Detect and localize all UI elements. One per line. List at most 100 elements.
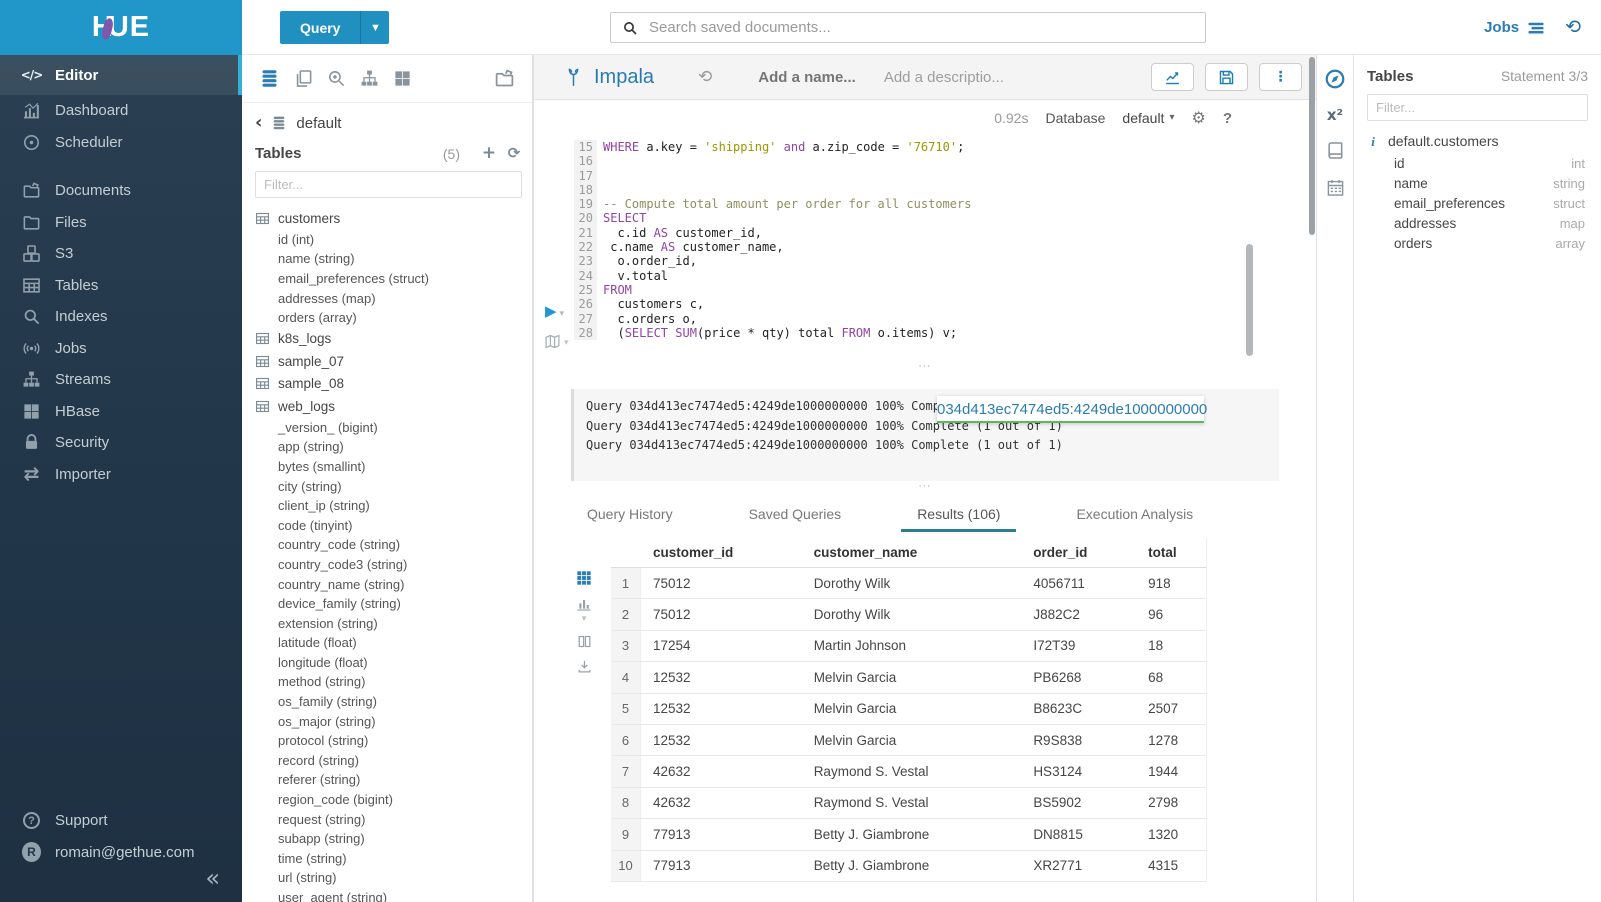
grid-view-icon[interactable] <box>576 570 592 586</box>
results-row[interactable]: 1077913Betty J. GiambroneXR27714315 <box>611 851 1206 882</box>
results-row[interactable]: 977913Betty J. GiambroneDN88151320 <box>611 819 1206 850</box>
sidebar-item-s3[interactable]: S3 <box>0 238 242 270</box>
results-row[interactable]: 317254Martin JohnsonI72T3918 <box>611 631 1206 662</box>
right-column-orders[interactable]: ordersarray <box>1367 234 1588 254</box>
folder-icon[interactable] <box>494 68 515 89</box>
assist-column[interactable]: country_code (string) <box>255 535 522 555</box>
chart-view-icon[interactable] <box>576 596 592 612</box>
sidebar-item-indexes[interactable]: Indexes <box>0 301 242 333</box>
sidebar-item-editor[interactable]: </>Editor <box>0 55 242 95</box>
assist-column[interactable]: request (string) <box>255 809 522 829</box>
assist-column[interactable]: orders (array) <box>255 308 522 328</box>
assist-column[interactable]: id (int) <box>255 230 522 250</box>
resize-handle-top[interactable]: ⋯ <box>534 361 1316 375</box>
add-table-icon[interactable]: + <box>481 146 497 162</box>
settings-gear-icon[interactable]: ⚙ <box>1191 110 1205 126</box>
functions-icon[interactable]: x² <box>1327 108 1343 123</box>
results-header-customer-name[interactable]: customer_name <box>802 545 1022 560</box>
query-caret-button[interactable]: ▼ <box>360 11 389 44</box>
search-plus-icon[interactable] <box>327 69 346 88</box>
assist-column[interactable]: _version_ (bigint) <box>255 417 522 437</box>
collapse-sidebar-icon[interactable]: « <box>205 866 220 890</box>
results-row[interactable]: 175012Dorothy Wilk4056711918 <box>611 568 1206 599</box>
sidebar-item-tables[interactable]: Tables <box>0 270 242 302</box>
assist-table-web-logs[interactable]: web_logs <box>255 395 522 418</box>
right-column-email-preferences[interactable]: email_preferencesstruct <box>1367 193 1588 213</box>
query-history-icon[interactable]: ⟲ <box>698 69 712 86</box>
assist-table-customers[interactable]: customers <box>255 207 522 230</box>
assist-column[interactable]: referer (string) <box>255 770 522 790</box>
sidebar-item-files[interactable]: Files <box>0 207 242 239</box>
sidebar-item-documents[interactable]: Documents <box>0 175 242 207</box>
assist-column[interactable]: email_preferences (struct) <box>255 269 522 289</box>
database-name[interactable]: default <box>296 115 341 132</box>
assist-column[interactable]: country_code3 (string) <box>255 555 522 575</box>
right-column-name[interactable]: namestring <box>1367 173 1588 193</box>
sidebar-item-dashboard[interactable]: Dashboard <box>0 95 242 127</box>
tab-query-history[interactable]: Query History <box>571 497 689 532</box>
right-column-id[interactable]: idint <box>1367 153 1588 173</box>
results-header-customer-id[interactable]: customer_id <box>641 545 802 560</box>
assist-column[interactable]: code (tinyint) <box>255 515 522 535</box>
editor-scrollbar[interactable] <box>1246 244 1253 356</box>
results-row[interactable]: 612532Melvin GarciaR9S8381278 <box>611 725 1206 756</box>
save-button[interactable] <box>1205 63 1248 91</box>
sidebar-item-security[interactable]: Security <box>0 427 242 459</box>
assist-column[interactable]: user_agent (string) <box>255 888 522 902</box>
tab-execution-analysis[interactable]: Execution Analysis <box>1060 497 1209 532</box>
back-chevron-icon[interactable]: ‹ <box>255 114 262 132</box>
assist-column[interactable]: latitude (float) <box>255 633 522 653</box>
results-row[interactable]: 512532Melvin GarciaB8623C2507 <box>611 694 1206 725</box>
database-source-icon[interactable] <box>259 68 280 89</box>
results-header-order-id[interactable]: order_id <box>1021 545 1136 560</box>
assist-column[interactable]: bytes (smallint) <box>255 457 522 477</box>
sql-code[interactable]: WHERE a.key = 'shipping' and a.zip_code … <box>603 140 1272 340</box>
assist-column[interactable]: protocol (string) <box>255 731 522 751</box>
sidebar-item-support[interactable]: ? Support <box>0 805 242 837</box>
sitemap-icon[interactable] <box>360 69 379 88</box>
main-scrollbar[interactable] <box>1309 57 1315 235</box>
assist-column[interactable]: addresses (map) <box>255 288 522 308</box>
resize-handle-bottom[interactable]: ⋯ <box>534 481 1316 495</box>
results-row[interactable]: 742632Raymond S. VestalHS31241944 <box>611 756 1206 787</box>
assist-column[interactable]: record (string) <box>255 751 522 771</box>
results-row[interactable]: 275012Dorothy WilkJ882C296 <box>611 599 1206 630</box>
assist-column[interactable]: region_code (bigint) <box>255 790 522 810</box>
help-icon[interactable]: ? <box>1223 110 1232 127</box>
sidebar-item-jobs[interactable]: Jobs <box>0 333 242 365</box>
more-actions-button[interactable]: ⋮ <box>1259 63 1302 91</box>
documents-source-icon[interactable] <box>294 69 313 88</box>
assist-column[interactable]: os_major (string) <box>255 711 522 731</box>
execute-button[interactable]: ▶▾ <box>545 304 564 319</box>
results-row[interactable]: 842632Raymond S. VestalBS59022798 <box>611 788 1206 819</box>
jobs-link[interactable]: Jobs <box>1484 19 1545 37</box>
search-input[interactable] <box>647 18 1194 37</box>
chart-button[interactable] <box>1151 63 1194 91</box>
history-icon[interactable]: ⟲ <box>1565 18 1581 37</box>
assist-table-sample-07[interactable]: sample_07 <box>255 350 522 373</box>
download-icon[interactable] <box>577 659 592 674</box>
assist-table-k8s-logs[interactable]: k8s_logs <box>255 327 522 350</box>
assist-column[interactable]: time (string) <box>255 849 522 869</box>
schedule-icon[interactable] <box>1326 178 1345 197</box>
assist-column[interactable]: longitude (float) <box>255 653 522 673</box>
active-table-row[interactable]: i default.customers <box>1367 133 1588 149</box>
assist-column[interactable]: client_ip (string) <box>255 496 522 516</box>
query-name-field[interactable]: Add a name... <box>758 69 856 86</box>
refresh-icon[interactable]: ⟳ <box>506 146 522 162</box>
assist-column[interactable]: app (string) <box>255 437 522 457</box>
query-description-field[interactable]: Add a descriptio... <box>884 69 1004 86</box>
assist-column[interactable]: city (string) <box>255 476 522 496</box>
hue-logo[interactable]: HUE <box>92 11 150 44</box>
language-reference-icon[interactable] <box>1326 141 1345 160</box>
assist-column[interactable]: extension (string) <box>255 613 522 633</box>
minimap-icon[interactable] <box>544 333 561 350</box>
right-column-addresses[interactable]: addressesmap <box>1367 214 1588 234</box>
results-row[interactable]: 412532Melvin GarciaPB626868 <box>611 662 1206 693</box>
sidebar-item-streams[interactable]: Streams <box>0 364 242 396</box>
query-button[interactable]: Query <box>280 11 360 44</box>
assist-column[interactable]: subapp (string) <box>255 829 522 849</box>
explorer-compass-icon[interactable] <box>1324 68 1346 90</box>
assist-column[interactable]: country_name (string) <box>255 574 522 594</box>
tab-results-106[interactable]: Results (106) <box>901 497 1016 532</box>
